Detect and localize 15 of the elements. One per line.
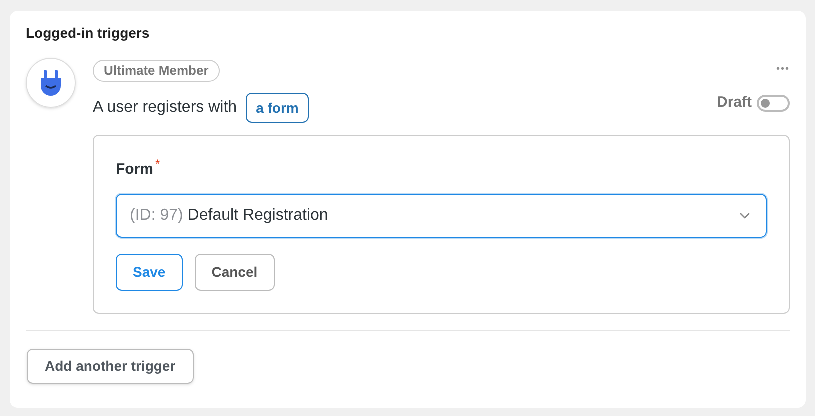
cancel-button[interactable]: Cancel <box>194 254 275 290</box>
trigger-sentence: A user registers with <box>93 98 238 118</box>
save-button[interactable]: Save <box>116 254 183 290</box>
section-title: Logged-in triggers <box>26 24 151 43</box>
form-token-button[interactable]: a form <box>246 93 309 123</box>
field-label: Form <box>116 160 154 180</box>
select-id: (ID: 97) <box>130 206 184 224</box>
add-trigger-button[interactable]: Add another trigger <box>27 348 194 384</box>
form-select[interactable]: (ID: 97) Default Registration <box>116 194 767 238</box>
status-label: Draft <box>716 93 752 114</box>
status-toggle[interactable] <box>757 95 790 112</box>
required-mark: * <box>156 156 160 173</box>
select-value: Default Registration <box>188 206 328 224</box>
integration-icon <box>26 58 76 108</box>
integration-tag: Ultimate Member <box>93 60 220 82</box>
